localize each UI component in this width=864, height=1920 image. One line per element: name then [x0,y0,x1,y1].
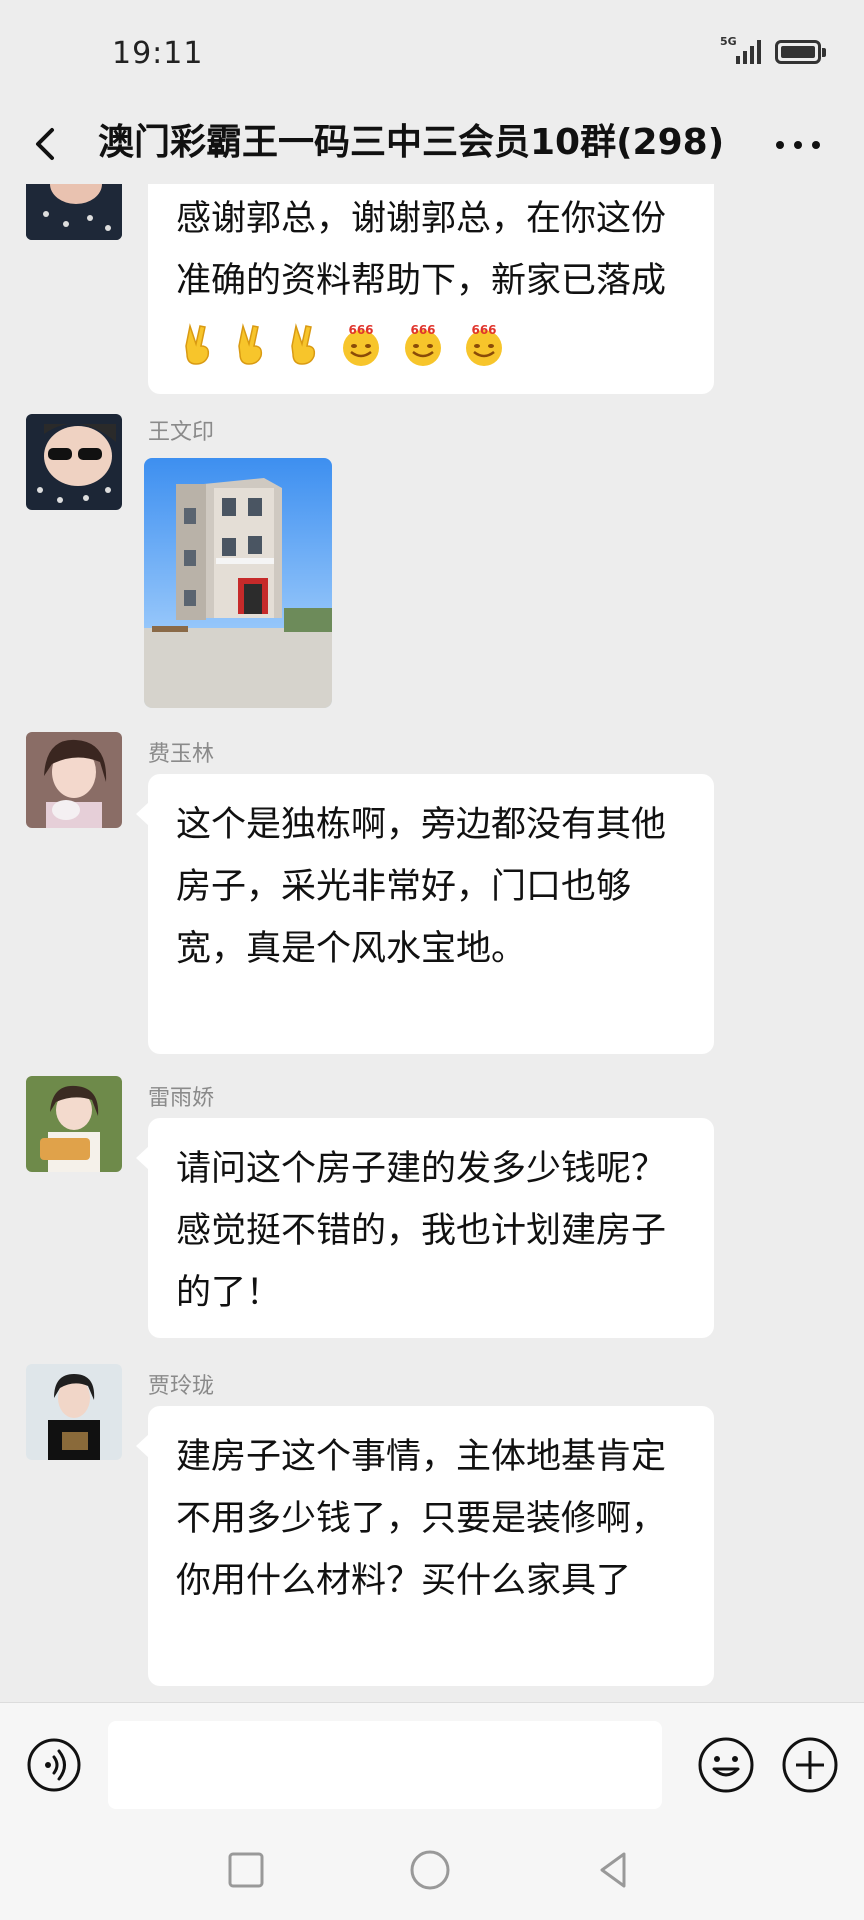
sender-name: 贾玲珑 [148,1374,215,1399]
victory-hand-icon [185,323,210,365]
chevron-left-icon[interactable] [28,120,68,168]
back-triangle-icon[interactable] [592,1848,636,1892]
avatar[interactable] [26,184,122,240]
voice-icon[interactable] [26,1737,82,1793]
status-time: 19:11 [112,36,204,71]
sender-name: 费玉林 [148,742,215,767]
message-input[interactable] [108,1721,662,1809]
message-image[interactable] [144,458,332,708]
666-face-icon: 666 [404,323,441,366]
message-bubble[interactable]: 建房子这个事情，主体地基肯定不用多少钱了，只要是装修啊，你用什么材料？买什么家具… [136,1406,714,1686]
avatar[interactable] [26,1364,122,1460]
emoji-icon[interactable] [696,1735,756,1795]
system-nav-bar [0,1822,864,1920]
avatar[interactable] [26,414,122,510]
sender-name: 雷雨娇 [148,1086,215,1111]
svg-text:666: 666 [471,323,496,337]
chat-header: 澳门彩霸王一码三中三会员10群(298) [0,104,864,184]
victory-hand-icon [291,323,316,365]
home-icon[interactable] [408,1848,452,1892]
message-text: 请问这个房子建的发多少钱呢？感觉挺不错的，我也计划建房子的了！ [176,1149,667,1313]
chat-title: 澳门彩霸王一码三中三会员10群(298) [98,122,725,163]
message-bubble[interactable]: 这个是独栋啊，旁边都没有其他房子，采光非常好，门口也够宽，真是个风水宝地。 [136,774,714,1054]
signal-icon: 5G [720,36,764,66]
battery-icon [775,40,826,64]
network-type: 5G [720,35,737,48]
recent-apps-icon[interactable] [226,1850,266,1890]
victory-hand-icon [238,323,263,365]
666-face-icon: 666 [343,323,380,366]
sender-name: 王文印 [148,420,215,445]
emoji-row: 666 666 666 [176,323,508,366]
plus-icon[interactable] [780,1735,840,1795]
message-bubble[interactable]: 感谢郭总，谢谢郭总，在你这份准确的资料帮助下，新家已落成 666 666 666 [148,184,714,394]
svg-text:666: 666 [410,323,435,337]
status-bar: 19:11 5G [0,0,864,104]
avatar[interactable] [26,732,122,828]
666-face-icon: 666 [465,323,502,366]
more-dots-icon[interactable] [776,130,820,160]
input-bar [0,1702,864,1822]
message-text: 这个是独栋啊，旁边都没有其他房子，采光非常好，门口也够宽，真是个风水宝地。 [176,805,667,969]
avatar[interactable] [26,1076,122,1172]
message-text: 建房子这个事情，主体地基肯定不用多少钱了，只要是装修啊，你用什么材料？买什么家具… [176,1437,667,1601]
svg-text:666: 666 [349,323,374,337]
message-list[interactable]: 感谢郭总，谢谢郭总，在你这份准确的资料帮助下，新家已落成 666 666 666… [0,184,864,1702]
message-bubble[interactable]: 请问这个房子建的发多少钱呢？感觉挺不错的，我也计划建房子的了！ [136,1118,714,1338]
message-text: 感谢郭总，谢谢郭总，在你这份准确的资料帮助下，新家已落成 [176,199,667,301]
